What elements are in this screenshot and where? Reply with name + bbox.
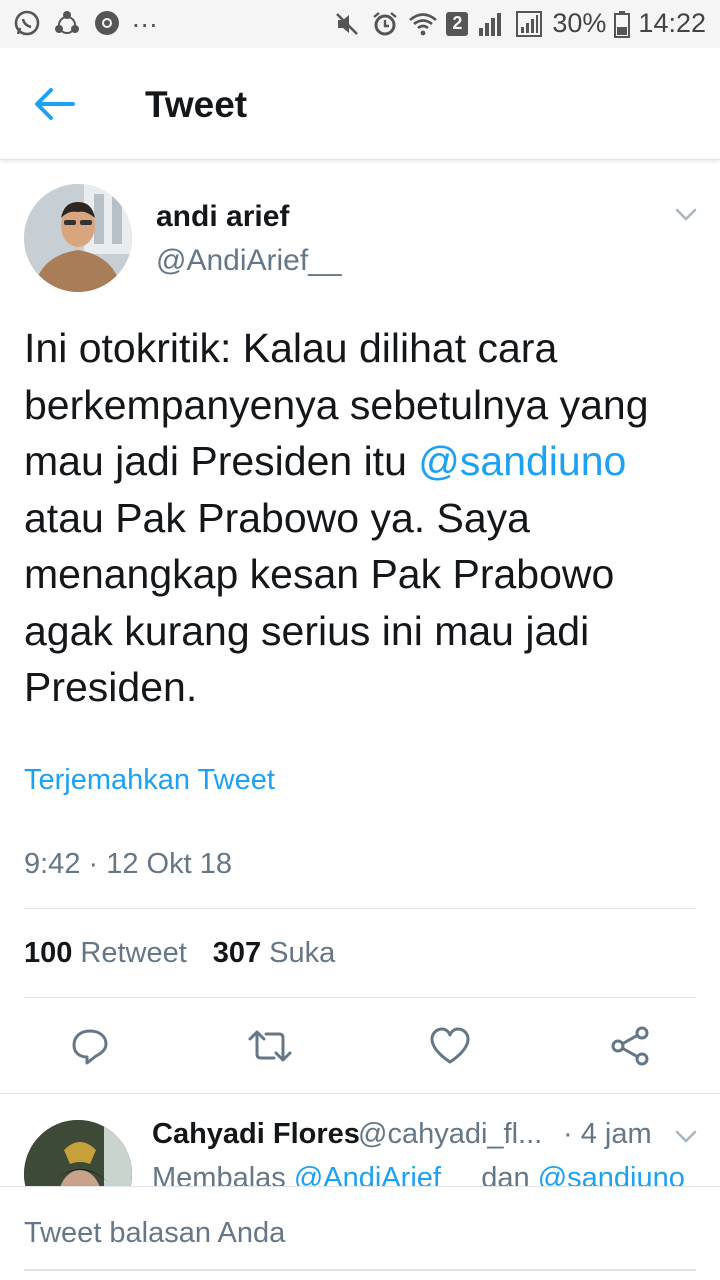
reply-author-handle[interactable]: @cahyadi_fl... (358, 1118, 542, 1151)
retweet-stat-label: Retweet (80, 937, 187, 969)
author-name[interactable]: andi arief (156, 200, 289, 234)
tweet-menu-button[interactable] (668, 200, 704, 230)
reply-icon (72, 1029, 108, 1065)
retweet-count: 100 (24, 937, 73, 969)
sim-badge: 2 (446, 11, 469, 36)
reply-author-name[interactable]: Cahyadi Flores (152, 1118, 360, 1151)
back-arrow-icon (35, 88, 75, 120)
clock: 14:22 (638, 8, 706, 38)
whatsapp-icon (12, 8, 42, 38)
tweet-timestamp: 9:42 · 12 Okt 18 (24, 848, 232, 880)
tweet-text: Ini otokritik: Kalau dilihat cara berkem… (24, 320, 704, 716)
like-count: 307 (212, 937, 262, 969)
reply-button[interactable] (68, 1024, 112, 1068)
author-handle[interactable]: @AndiArief__ (156, 244, 342, 278)
sync-icon (52, 8, 82, 38)
back-button[interactable] (30, 80, 78, 128)
battery-icon (614, 9, 631, 39)
mention-link[interactable]: @sandiuno (418, 438, 626, 484)
retweet-button[interactable] (248, 1024, 292, 1068)
reply-compose-bar: Tweet balasan Anda (0, 1186, 720, 1280)
overflow-notifications: ... (132, 2, 159, 33)
divider (24, 997, 696, 998)
share-button[interactable] (608, 1024, 652, 1068)
signal-icon-2 (514, 9, 544, 39)
chevron-down-icon (675, 208, 697, 221)
signal-icon (476, 9, 506, 39)
author-avatar[interactable] (24, 184, 132, 292)
chrome-icon (92, 8, 122, 38)
reply-time: · 4 jam (563, 1118, 652, 1150)
app-bar: Tweet (0, 48, 720, 160)
like-icon (430, 1027, 470, 1064)
retweet-icon (248, 1030, 292, 1062)
input-underline (24, 1269, 696, 1271)
battery-percent: 30% (552, 8, 607, 38)
reply-menu-button[interactable] (670, 1122, 702, 1152)
reply-input[interactable]: Tweet balasan Anda (24, 1217, 696, 1250)
divider (24, 908, 696, 909)
translate-tweet-link[interactable]: Terjemahkan Tweet (24, 764, 275, 797)
retweet-stat[interactable]: 100 Retweet (24, 937, 187, 970)
share-icon (611, 1026, 649, 1066)
like-stat-label: Suka (269, 937, 336, 969)
tweet-actions (0, 1000, 720, 1092)
status-bar: ... 2 30% 14:22 (0, 0, 720, 48)
alarm-icon (370, 9, 400, 39)
tweet-text-end: atau Pak Prabowo ya. Saya menangkap kesa… (24, 494, 615, 711)
page-title: Tweet (145, 84, 248, 125)
mute-icon (332, 9, 362, 39)
like-stat[interactable]: 307 Suka (213, 937, 336, 970)
wifi-icon (408, 9, 438, 39)
like-button[interactable] (428, 1024, 472, 1068)
tweet-stats: 100 Retweet 307 Suka (24, 937, 361, 970)
chevron-down-icon (675, 1130, 697, 1143)
section-divider (0, 1093, 720, 1094)
